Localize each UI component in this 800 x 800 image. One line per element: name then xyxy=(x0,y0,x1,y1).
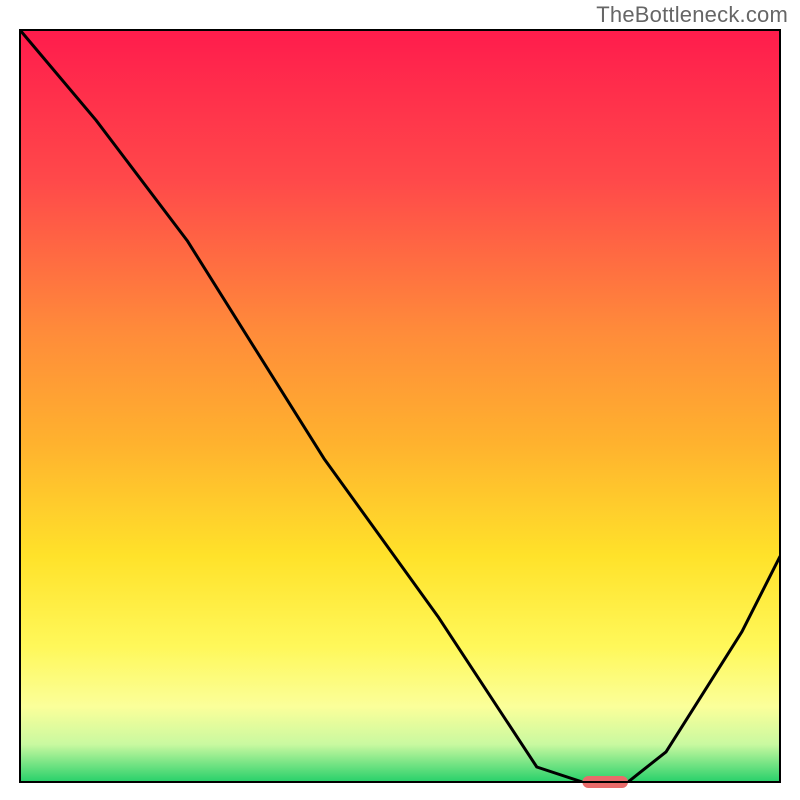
bottleneck-chart: TheBottleneck.com xyxy=(0,0,800,800)
gradient-background xyxy=(20,30,780,782)
plot-svg xyxy=(0,0,800,800)
